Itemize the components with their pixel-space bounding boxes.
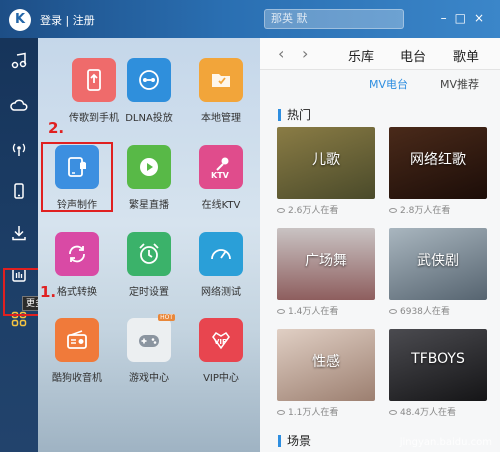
mv-card[interactable]: TFBOYS 48.4万人在看 (389, 329, 487, 418)
app-label: 定时设置 (129, 287, 169, 298)
tab-radio[interactable]: 电台 (400, 46, 426, 65)
convert-icon (55, 232, 99, 276)
mv-view-count: 1.4万人在看 (277, 304, 375, 317)
mv-card[interactable]: 武侠剧 6938人在看 (389, 228, 487, 317)
mv-card[interactable]: 网络红歌 2.8万人在看 (389, 127, 487, 216)
alarm-icon (127, 232, 171, 276)
app-label: VIP中心 (203, 373, 239, 384)
annotation-step-2: 2. (48, 119, 65, 137)
app-tile-radio[interactable]: 酷狗收音机 (41, 318, 113, 384)
tab-playlist[interactable]: 歌单 (453, 46, 479, 65)
mv-view-count: 1.1万人在看 (277, 405, 375, 418)
app-tile-dlna[interactable]: DLNA投放 (113, 58, 185, 124)
app-tile-vip[interactable]: VIP VIP中心 (185, 318, 257, 384)
sub-tabs: MV电台 MV推荐 (260, 72, 500, 96)
mv-thumbnail[interactable]: 儿歌 (277, 127, 375, 199)
subtab-mv-radio[interactable]: MV电台 (369, 76, 408, 92)
search-input[interactable]: 那英 默 (264, 9, 404, 29)
tab-library[interactable]: 乐库 (348, 46, 374, 65)
mv-thumbnail[interactable]: TFBOYS (389, 329, 487, 401)
mv-thumbnail[interactable]: 广场舞 (277, 228, 375, 300)
content-panel: ‹ › 乐库 电台 歌单 MV电台 MV推荐 热门 儿歌 2.6万人在看 网络红… (260, 38, 500, 452)
app-label: 网络测试 (201, 287, 241, 298)
mv-title: 网络红歌 (410, 152, 466, 168)
mv-card[interactable]: 儿歌 2.6万人在看 (277, 127, 375, 216)
mv-card[interactable]: 性感 1.1万人在看 (277, 329, 375, 418)
mv-title: TFBOYS (411, 351, 465, 367)
app-label: 本地管理 (201, 113, 241, 124)
gamepad-icon (127, 318, 171, 362)
left-sidebar (0, 38, 38, 452)
window-controls: –□× (441, 11, 492, 25)
mv-thumbnail[interactable]: 武侠剧 (389, 228, 487, 300)
phone-icon[interactable] (0, 176, 38, 206)
mv-title: 武侠剧 (417, 253, 459, 269)
eye-icon (389, 208, 397, 213)
ktv-icon: KTV (199, 145, 243, 189)
mv-title: 性感 (312, 354, 340, 370)
forward-arrow-icon[interactable]: › (302, 44, 308, 63)
eye-icon (277, 410, 285, 415)
music-note-icon[interactable] (0, 46, 38, 76)
watermark: jingyan.baidu.com (399, 437, 492, 448)
hot-badge: HOT (158, 314, 175, 321)
speedometer-icon (199, 232, 243, 276)
eye-icon (277, 208, 285, 213)
back-arrow-icon[interactable]: ‹ (278, 44, 284, 63)
app-label: 繁星直播 (129, 200, 169, 211)
top-bar: K 登录 | 注册 那英 默 –□× (0, 0, 500, 38)
top-nav: ‹ › 乐库 电台 歌单 (260, 38, 500, 70)
minimize-icon[interactable]: – (441, 11, 455, 25)
folder-icon (199, 58, 243, 102)
mv-view-count: 48.4万人在看 (389, 405, 487, 418)
mv-view-count: 2.8万人在看 (389, 203, 487, 216)
app-label: 游戏中心 (129, 373, 169, 384)
section-scene-title: 场景 (278, 435, 311, 447)
ringtone-highlight-box (41, 142, 113, 212)
mv-thumbnail[interactable]: 网络红歌 (389, 127, 487, 199)
app-tile-game-center[interactable]: HOT 游戏中心 (113, 314, 185, 384)
close-icon[interactable]: × (474, 11, 492, 25)
login-register-link[interactable]: 登录 | 注册 (40, 12, 95, 28)
cloud-icon[interactable] (0, 90, 38, 120)
maximize-icon[interactable]: □ (455, 11, 474, 25)
mv-title: 儿歌 (312, 152, 340, 168)
app-tile-live[interactable]: 繁星直播 (113, 145, 185, 211)
phone-transfer-icon (72, 58, 116, 102)
mv-view-count: 2.6万人在看 (277, 203, 375, 216)
annotation-step-1: 1. (40, 283, 57, 301)
radio-icon (55, 318, 99, 362)
eye-icon (277, 309, 285, 314)
vip-icon: VIP (199, 318, 243, 362)
section-hot-title: 热门 (278, 109, 311, 121)
app-tile-timer[interactable]: 定时设置 (113, 232, 185, 298)
dlna-icon (127, 58, 171, 102)
mv-thumbnail[interactable]: 性感 (277, 329, 375, 401)
app-tile-network-test[interactable]: 网络测试 (185, 232, 257, 298)
eye-icon (389, 410, 397, 415)
eye-icon (389, 309, 397, 314)
app-label: 酷狗收音机 (52, 373, 102, 384)
app-label: DLNA投放 (125, 113, 173, 124)
app-tile-ktv[interactable]: KTV 在线KTV (185, 145, 257, 211)
svg-text:VIP: VIP (214, 338, 227, 346)
download-icon[interactable] (0, 218, 38, 248)
live-icon (127, 145, 171, 189)
radio-signal-icon[interactable] (0, 134, 38, 164)
app-label: 在线KTV (201, 200, 241, 211)
mv-view-count: 6938人在看 (389, 304, 487, 317)
more-apps-panel: 传歌到手机 DLNA投放 本地管理 铃声制作 繁星直播 KTV 在线KTV 格式… (38, 38, 260, 452)
mv-title: 广场舞 (305, 253, 347, 269)
app-tile-local-manage[interactable]: 本地管理 (185, 58, 257, 124)
kugou-logo[interactable]: K (9, 9, 31, 31)
svg-text:KTV: KTV (211, 171, 230, 180)
subtab-mv-recommend[interactable]: MV推荐 (440, 76, 479, 92)
mv-card[interactable]: 广场舞 1.4万人在看 (277, 228, 375, 317)
